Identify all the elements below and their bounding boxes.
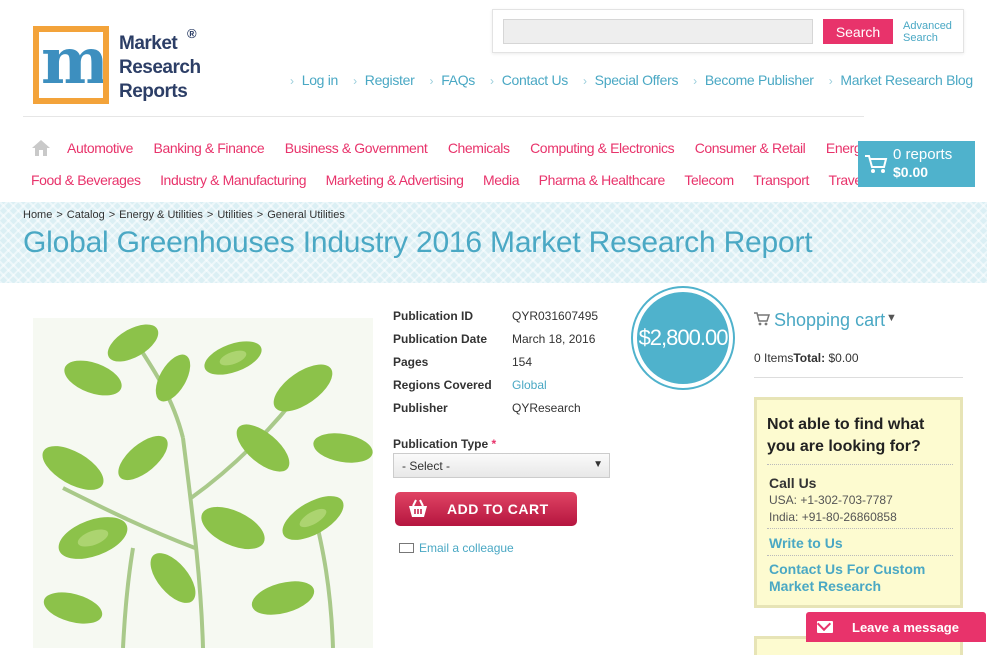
breadcrumb-energy-utilities[interactable]: Energy & Utilities bbox=[119, 209, 203, 221]
custom-research-link[interactable]: Contact Us For Custom Market Research bbox=[769, 561, 959, 595]
shopping-cart-icon bbox=[865, 155, 888, 173]
basket-icon bbox=[409, 499, 427, 517]
chevron-down-icon[interactable]: ▼ bbox=[886, 312, 897, 324]
header-cart[interactable]: 0 reports $0.00 bbox=[858, 141, 975, 187]
search-bar: Search Advanced Search bbox=[492, 9, 964, 53]
envelope-icon bbox=[399, 543, 414, 553]
page-title: Global Greenhouses Industry 2016 Market … bbox=[23, 226, 813, 259]
price-badge: $2,800.00 bbox=[633, 288, 733, 388]
phone-india: India: +91-80-26860858 bbox=[769, 510, 897, 524]
nav-telecom[interactable]: Telecom bbox=[684, 172, 734, 188]
advanced-search-link[interactable]: Advanced Search bbox=[903, 20, 963, 44]
sidebar-cart-icon bbox=[754, 312, 770, 326]
become-publisher-link[interactable]: Become Publisher bbox=[693, 72, 814, 88]
logo-mark-icon: m bbox=[33, 26, 109, 104]
search-input[interactable] bbox=[503, 19, 813, 44]
call-us-title: Call Us bbox=[769, 475, 817, 491]
category-nav-row-1: Automotive Banking & Finance Business & … bbox=[67, 140, 926, 156]
blog-link[interactable]: Market Research Blog bbox=[829, 72, 973, 88]
nav-computing-electronics[interactable]: Computing & Electronics bbox=[530, 140, 674, 156]
nav-business-government[interactable]: Business & Government bbox=[285, 140, 428, 156]
top-links: Log in Register FAQs Contact Us Special … bbox=[290, 72, 974, 88]
help-box: Not able to find what you are looking fo… bbox=[754, 397, 963, 608]
help-title: Not able to find what you are looking fo… bbox=[767, 416, 925, 455]
nav-media[interactable]: Media bbox=[483, 172, 520, 188]
mail-icon bbox=[817, 621, 833, 633]
nav-marketing-advertising[interactable]: Marketing & Advertising bbox=[326, 172, 464, 188]
select-arrow-icon: ▼ bbox=[593, 459, 603, 470]
nav-divider bbox=[23, 116, 864, 117]
nav-automotive[interactable]: Automotive bbox=[67, 140, 133, 156]
breadcrumb: Home > Catalog > Energy & Utilities > Utilitie… bbox=[23, 209, 345, 221]
breadcrumb-home[interactable]: Home bbox=[23, 209, 52, 221]
faqs-link[interactable]: FAQs bbox=[430, 72, 475, 88]
nav-banking-finance[interactable]: Banking & Finance bbox=[154, 140, 265, 156]
cart-total: $0.00 bbox=[893, 164, 929, 180]
login-link[interactable]: Log in bbox=[290, 72, 339, 88]
breadcrumb-utilities[interactable]: Utilities bbox=[217, 209, 252, 221]
shopping-cart-title[interactable]: Shopping cart bbox=[774, 310, 885, 331]
nav-pharma-healthcare[interactable]: Pharma & Healthcare bbox=[539, 172, 666, 188]
nav-food-beverages[interactable]: Food & Beverages bbox=[31, 172, 141, 188]
logo-text: Market Research Reports bbox=[119, 33, 201, 102]
register-link[interactable]: Register bbox=[353, 72, 415, 88]
breadcrumb-general-utilities[interactable]: General Utilities bbox=[267, 209, 345, 221]
sidebar-divider bbox=[754, 377, 963, 378]
email-colleague-link[interactable]: Email a colleague bbox=[399, 541, 514, 555]
leave-message-button[interactable]: Leave a message bbox=[806, 612, 986, 642]
nav-chemicals[interactable]: Chemicals bbox=[448, 140, 510, 156]
phone-usa: USA: +1-302-703-7787 bbox=[769, 493, 893, 507]
shopping-cart-summary: 0 ItemsTotal: $0.00 bbox=[754, 351, 859, 365]
special-offers-link[interactable]: Special Offers bbox=[583, 72, 679, 88]
write-to-us-link[interactable]: Write to Us bbox=[769, 535, 843, 551]
breadcrumb-catalog[interactable]: Catalog bbox=[67, 209, 105, 221]
nav-consumer-retail[interactable]: Consumer & Retail bbox=[695, 140, 806, 156]
publication-type-label: Publication Type * bbox=[393, 437, 497, 451]
product-image bbox=[33, 318, 373, 648]
publication-type-select[interactable]: - Select - ▼ bbox=[393, 453, 610, 478]
add-to-cart-button[interactable]: ADD TO CART bbox=[395, 492, 577, 526]
regions-link[interactable]: Global bbox=[512, 378, 547, 392]
nav-industry-manufacturing[interactable]: Industry & Manufacturing bbox=[160, 172, 306, 188]
category-nav-row-2: Food & Beverages Industry & Manufacturin… bbox=[31, 172, 924, 188]
nav-transport[interactable]: Transport bbox=[753, 172, 809, 188]
plant-illustration bbox=[33, 318, 373, 648]
contact-us-link[interactable]: Contact Us bbox=[490, 72, 569, 88]
search-button[interactable]: Search bbox=[823, 19, 893, 44]
site-logo[interactable]: m Market Research Reports ® bbox=[33, 26, 213, 106]
registered-mark: ® bbox=[187, 26, 197, 41]
cart-count: 0 reports bbox=[893, 146, 953, 163]
home-icon[interactable] bbox=[31, 139, 51, 157]
